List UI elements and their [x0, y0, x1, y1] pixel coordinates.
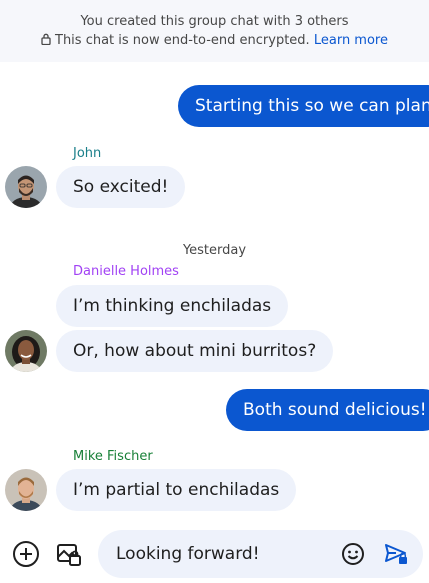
encryption-notice: This chat is now end-to-end encrypted. L… [0, 33, 429, 48]
john-photo [5, 166, 47, 208]
message-text: Or, how about mini burritos? [73, 341, 317, 361]
danielle-photo [5, 330, 47, 372]
message-text: I’m thinking enchiladas [73, 296, 272, 316]
sender-name-danielle: Danielle Holmes [73, 264, 179, 279]
group-created-text: You created this group chat with 3 other… [80, 14, 349, 29]
message-text: So excited! [73, 177, 169, 197]
message-text: I’m partial to enchiladas [73, 480, 280, 500]
add-icon [13, 541, 39, 567]
incoming-message[interactable]: I’m partial to enchiladas [56, 469, 297, 511]
outgoing-message[interactable]: Both sound delicious! [226, 389, 429, 431]
message-text: Starting this so we can plan [195, 96, 429, 116]
day-separator: Yesterday [182, 243, 247, 258]
sender-name-john: John [73, 146, 102, 161]
gallery-button[interactable] [54, 539, 84, 569]
message-text: Both sound delicious! [243, 400, 427, 420]
learn-more-link[interactable]: Learn more [314, 33, 388, 48]
incoming-message[interactable]: Or, how about mini burritos? [56, 330, 334, 372]
lock-icon [41, 33, 51, 45]
send-button[interactable] [381, 539, 411, 569]
sender-name-mike: Mike Fischer [73, 449, 153, 464]
message-input[interactable]: Looking forward! [98, 530, 423, 578]
emoji-button[interactable] [338, 539, 368, 569]
avatar-john[interactable] [5, 166, 47, 208]
composer-bar: Looking forward! [0, 524, 429, 583]
encryption-banner: You created this group chat with 3 other… [0, 0, 429, 62]
incoming-message[interactable]: So excited! [56, 166, 186, 208]
message-input-text: Looking forward! [116, 544, 260, 564]
add-button[interactable] [11, 539, 41, 569]
send-encrypted-icon [385, 544, 407, 564]
incoming-message[interactable]: I’m thinking enchiladas [56, 285, 289, 327]
gallery-icon [57, 544, 81, 566]
mike-photo [5, 469, 47, 511]
avatar-danielle[interactable] [5, 330, 47, 372]
avatar-mike[interactable] [5, 469, 47, 511]
outgoing-message[interactable]: Starting this so we can plan [178, 85, 429, 127]
emoji-icon [342, 543, 364, 565]
encryption-text: This chat is now end-to-end encrypted. [55, 33, 310, 48]
